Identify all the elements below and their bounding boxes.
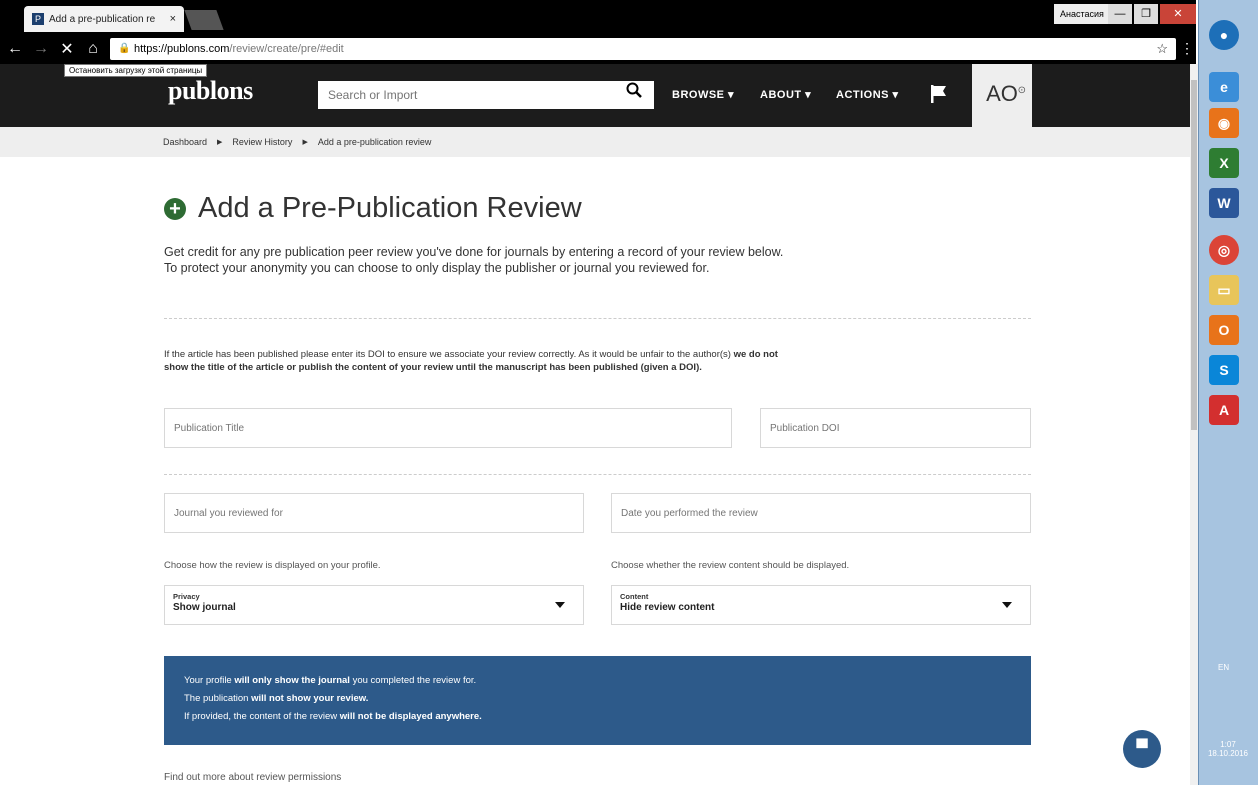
review-permissions-link[interactable]: Find out more about review permissions <box>164 772 341 783</box>
clock[interactable]: 1:07 18.10.2016 <box>1198 740 1258 758</box>
lock-icon: 🔒 <box>118 43 131 54</box>
info-text: you completed the review for. <box>349 675 477 686</box>
chrome-icon[interactable]: ◎ <box>1209 235 1239 265</box>
info-text: The publication <box>184 693 252 704</box>
info-bold: will not show your review. <box>251 693 369 704</box>
firefox-icon[interactable]: ● <box>1209 20 1239 50</box>
info-bold: will only show the journal <box>234 675 350 686</box>
window-controls: — ❐ ✕ <box>1108 4 1196 24</box>
search-icon[interactable] <box>626 82 642 98</box>
divider <box>164 318 1031 319</box>
outlook-icon[interactable]: O <box>1209 315 1239 345</box>
breadcrumb-current: Add a pre-publication review <box>317 137 432 147</box>
chevron-down-icon <box>1002 602 1012 608</box>
new-tab-button[interactable] <box>184 10 224 30</box>
breadcrumb-dashboard[interactable]: Dashboard <box>163 137 207 147</box>
language-indicator[interactable]: EN <box>1218 663 1229 672</box>
content-select[interactable]: Content Hide review content <box>611 585 1031 625</box>
nav-about[interactable]: ABOUT ▾ <box>760 88 811 101</box>
flag-icon[interactable] <box>930 84 948 104</box>
plus-circle-icon: + <box>164 197 186 220</box>
info-text: If provided, the content of the review <box>184 711 340 722</box>
divider <box>164 474 1031 475</box>
close-window-icon[interactable]: ✕ <box>1160 4 1196 24</box>
content-help-text: Choose whether the review content should… <box>611 560 850 571</box>
visibility-info-box: Your profile will only show the journal … <box>164 656 1031 745</box>
tab-close-icon[interactable]: × <box>170 13 176 25</box>
url-host: https://publons.com <box>134 43 230 55</box>
back-arrow-icon[interactable]: ← <box>4 40 26 58</box>
avatar-initials: AO <box>986 81 1018 106</box>
intro-text: Get credit for any pre publication peer … <box>164 245 784 275</box>
privacy-select-value: Show journal <box>173 602 236 613</box>
browser-menu-icon[interactable]: ⋮ <box>1180 40 1194 57</box>
folder-icon[interactable]: ▭ <box>1209 275 1239 305</box>
excel-icon[interactable]: X <box>1209 148 1239 178</box>
skype-icon[interactable]: S <box>1209 355 1239 385</box>
url-path: /review/create/pre/#edit <box>229 43 344 55</box>
scrollbar-thumb[interactable] <box>1191 80 1197 430</box>
review-date-input[interactable] <box>611 493 1031 533</box>
journal-input[interactable] <box>164 493 584 533</box>
chat-bubble-icon[interactable]: ▀ <box>1123 730 1161 768</box>
stop-loading-icon[interactable]: ✕ <box>56 39 78 59</box>
privacy-help-text: Choose how the review is displayed on yo… <box>164 560 381 571</box>
browser-tab[interactable]: P Add a pre-publication re × <box>24 6 184 32</box>
privacy-select-label: Privacy <box>173 592 200 601</box>
publons-logo[interactable]: publons <box>168 76 253 106</box>
word-icon[interactable]: W <box>1209 188 1239 218</box>
breadcrumb: Dashboard ▶ Review History ▶ Add a pre-p… <box>0 127 1190 157</box>
search-input[interactable] <box>318 81 654 109</box>
info-line-2: The publication will not show your revie… <box>184 690 1011 708</box>
browser-toolbar: ← → ✕ ⌂ 🔒 https://publons.com/review/cre… <box>0 34 1196 64</box>
page-title: + Add a Pre-Publication Review <box>164 192 582 225</box>
forward-arrow-icon[interactable]: → <box>30 40 52 58</box>
privacy-select[interactable]: Privacy Show journal <box>164 585 584 625</box>
tab-title: Add a pre-publication re <box>49 13 156 25</box>
media-player-icon[interactable]: ◉ <box>1209 108 1239 138</box>
stop-tooltip: Остановить загрузку этой страницы <box>64 64 208 77</box>
publication-doi-input[interactable] <box>760 408 1031 448</box>
publons-favicon-icon: P <box>32 13 44 25</box>
breadcrumb-separator-icon: ▶ <box>302 139 308 146</box>
doi-note-text: If the article has been published please… <box>164 349 734 360</box>
avatar[interactable]: AO ⊙ <box>972 64 1032 127</box>
pdf-icon[interactable]: A <box>1209 395 1239 425</box>
home-icon[interactable]: ⌂ <box>82 40 104 58</box>
breadcrumb-review-history[interactable]: Review History <box>232 137 292 147</box>
clock-time: 1:07 <box>1220 740 1236 749</box>
page-title-text: Add a Pre-Publication Review <box>198 192 582 224</box>
clock-date: 18.10.2016 <box>1207 749 1249 758</box>
info-line-3: If provided, the content of the review w… <box>184 708 1011 726</box>
publication-title-input[interactable] <box>164 408 732 448</box>
browser-tab-bar: P Add a pre-publication re × <box>0 0 1196 34</box>
content-select-label: Content <box>620 592 649 601</box>
info-bold: will not be displayed anywhere. <box>339 711 482 722</box>
chevron-down-icon <box>555 602 565 608</box>
bookmark-star-icon[interactable]: ☆ <box>1156 38 1168 60</box>
minimize-icon[interactable]: — <box>1108 4 1132 24</box>
info-line-1: Your profile will only show the journal … <box>184 672 1011 690</box>
nav-actions[interactable]: ACTIONS ▾ <box>836 88 899 101</box>
content-select-value: Hide review content <box>620 602 715 613</box>
profile-user-name[interactable]: Анастасия <box>1054 4 1110 24</box>
settings-icon[interactable]: ⊙ <box>1018 61 1026 121</box>
doi-note: If the article has been published please… <box>164 348 784 374</box>
nav-browse[interactable]: BROWSE ▾ <box>672 88 734 101</box>
restore-icon[interactable]: ❐ <box>1134 4 1158 24</box>
breadcrumb-separator-icon: ▶ <box>217 139 223 146</box>
info-text: Your profile <box>184 675 235 686</box>
ie-icon[interactable]: e <box>1209 72 1239 102</box>
address-bar[interactable]: 🔒 https://publons.com/review/create/pre/… <box>110 38 1176 60</box>
